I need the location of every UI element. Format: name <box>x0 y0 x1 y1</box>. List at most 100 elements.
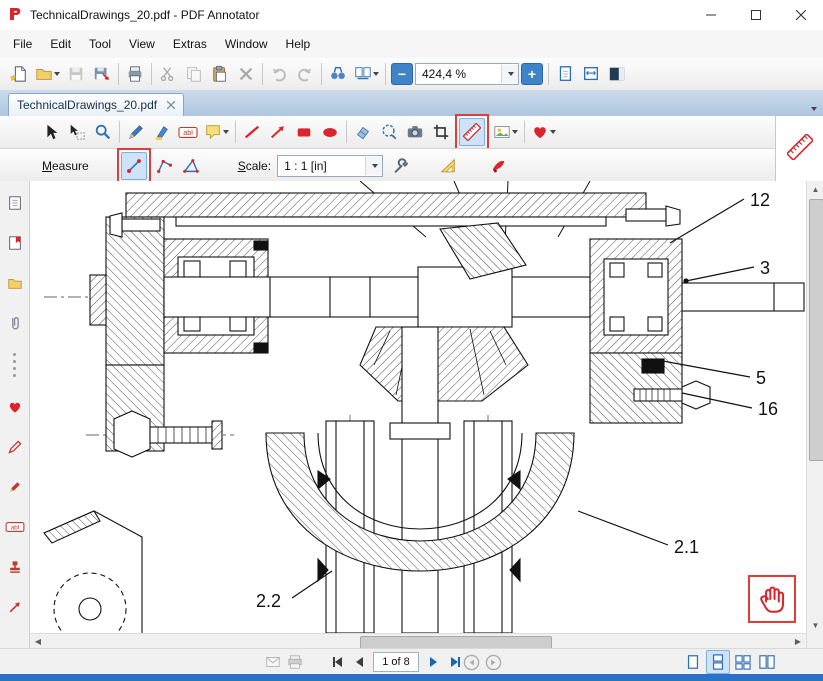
menu-window[interactable]: Window <box>216 30 277 58</box>
close-button[interactable] <box>778 0 823 30</box>
first-page-button[interactable] <box>327 652 347 672</box>
sidebar-pen-tool-button[interactable] <box>3 435 27 459</box>
annotations-panel-button[interactable] <box>3 271 27 295</box>
zoom-tool-button[interactable] <box>91 119 115 145</box>
menu-file[interactable]: File <box>4 30 41 58</box>
sidebar-text-tool-button[interactable]: abl <box>3 515 27 539</box>
print-button[interactable] <box>123 61 147 87</box>
history-forward-button[interactable] <box>483 652 503 672</box>
vertical-scroll-thumb[interactable] <box>809 199 823 461</box>
fit-page-button[interactable] <box>553 61 577 87</box>
undo-button[interactable] <box>267 61 291 87</box>
goto-page-button[interactable] <box>352 61 381 87</box>
rectangle-tool-button[interactable] <box>292 119 316 145</box>
history-back-button[interactable] <box>461 652 481 672</box>
scroll-left-arrow[interactable]: ◀ <box>30 637 46 646</box>
tab-active-document[interactable]: TechnicalDrawings_20.pdf <box>8 93 184 116</box>
favorites-heart-button[interactable] <box>3 395 27 419</box>
ellipse-tool-button[interactable] <box>318 119 342 145</box>
scale-combobox[interactable]: 1 : 1 [in] <box>277 155 383 177</box>
redo-button[interactable] <box>293 61 317 87</box>
email-document-icon[interactable] <box>263 652 283 672</box>
measure-distance-tool-button[interactable] <box>121 152 147 180</box>
zoom-out-button[interactable]: − <box>391 63 413 85</box>
new-document-button[interactable] <box>7 61 31 87</box>
line-tool-button[interactable] <box>240 119 264 145</box>
sidebar-stamp-tool-button[interactable] <box>3 555 27 579</box>
snapshot-camera-button[interactable] <box>403 119 427 145</box>
scale-dropdown-button[interactable] <box>365 157 382 175</box>
zoom-in-button[interactable]: + <box>521 63 543 85</box>
page-number-box[interactable]: 1 of 8 <box>373 652 419 672</box>
menu-edit[interactable]: Edit <box>41 30 80 58</box>
maximize-button[interactable] <box>733 0 778 30</box>
toolbar-separator <box>321 63 322 85</box>
ruler-icon[interactable] <box>787 134 813 163</box>
goto-dropdown-icon[interactable] <box>373 72 379 76</box>
pan-hand-indicator[interactable] <box>748 575 796 623</box>
continuous-view-button[interactable] <box>706 650 730 674</box>
image-tool-button[interactable] <box>491 119 520 145</box>
cut-button[interactable] <box>156 61 180 87</box>
measure-distance-highlight-box <box>117 148 151 184</box>
previous-page-button[interactable] <box>349 652 369 672</box>
measure-tool-button[interactable] <box>459 118 485 146</box>
zoom-dropdown-button[interactable] <box>501 65 518 83</box>
eraser-tool-button[interactable] <box>351 119 375 145</box>
tab-list-dropdown-icon[interactable] <box>811 107 817 111</box>
note-dropdown-icon[interactable] <box>223 130 229 134</box>
scroll-down-arrow[interactable]: ▼ <box>807 617 823 633</box>
measure-settings-wrench-button[interactable] <box>389 153 413 179</box>
style-tool-button[interactable] <box>487 153 511 179</box>
page-thumbnails-panel-button[interactable] <box>3 191 27 215</box>
reading-layout-button[interactable] <box>605 61 629 87</box>
measure-perimeter-tool-button[interactable] <box>153 153 177 179</box>
bookmarks-panel-button[interactable] <box>3 231 27 255</box>
protractor-button[interactable] <box>436 153 460 179</box>
favorites-tool-button[interactable] <box>529 119 558 145</box>
menu-help[interactable]: Help <box>277 30 320 58</box>
paste-button[interactable] <box>208 61 232 87</box>
next-page-button[interactable] <box>423 652 443 672</box>
fit-width-button[interactable] <box>579 61 603 87</box>
crop-tool-button[interactable] <box>429 119 453 145</box>
arrow-tool-button[interactable] <box>266 119 290 145</box>
text-tool-button[interactable]: abl <box>176 119 200 145</box>
pointer-tool-button[interactable] <box>39 119 63 145</box>
scroll-up-arrow[interactable]: ▲ <box>807 181 823 197</box>
select-annotations-tool-button[interactable] <box>65 119 89 145</box>
open-file-button[interactable] <box>33 61 62 87</box>
document-canvas[interactable]: 12 3 5 16 2.1 2.2 <box>30 181 806 633</box>
single-page-view-button[interactable] <box>682 651 704 673</box>
menu-extras[interactable]: Extras <box>164 30 216 58</box>
delete-button[interactable] <box>234 61 258 87</box>
print-document-icon[interactable] <box>285 652 305 672</box>
lasso-tool-button[interactable] <box>377 119 401 145</box>
vertical-scrollbar[interactable]: ▲ ▼ <box>806 181 823 648</box>
save-button[interactable] <box>64 61 88 87</box>
image-dropdown-icon[interactable] <box>512 130 518 134</box>
menu-bar: File Edit Tool View Extras Window Help <box>0 30 823 59</box>
facing-pages-view-button[interactable] <box>732 651 754 673</box>
scroll-right-arrow[interactable]: ▶ <box>790 634 806 649</box>
continuous-facing-view-button[interactable] <box>756 651 778 673</box>
note-tool-button[interactable] <box>202 119 231 145</box>
measure-area-tool-button[interactable] <box>179 153 203 179</box>
tab-close-icon[interactable] <box>167 101 175 109</box>
menu-view[interactable]: View <box>120 30 164 58</box>
copy-button[interactable] <box>182 61 206 87</box>
menu-tool[interactable]: Tool <box>80 30 120 58</box>
horizontal-scrollbar[interactable]: ◀ ▶ <box>30 633 806 649</box>
minimize-button[interactable] <box>688 0 733 30</box>
open-dropdown-icon[interactable] <box>54 72 60 76</box>
favorites-dropdown-icon[interactable] <box>550 130 556 134</box>
zoom-combobox[interactable]: 424,4 % <box>415 63 519 85</box>
pen-tool-button[interactable] <box>124 119 148 145</box>
sidebar-arrow-tool-button[interactable] <box>3 595 27 619</box>
save-as-button[interactable] <box>90 61 114 87</box>
sidebar-pencil-tool-button[interactable] <box>3 475 27 499</box>
find-button[interactable] <box>326 61 350 87</box>
part-label-12: 12 <box>750 190 770 210</box>
marker-tool-button[interactable] <box>150 119 174 145</box>
attachments-paperclip-button[interactable] <box>3 311 27 335</box>
